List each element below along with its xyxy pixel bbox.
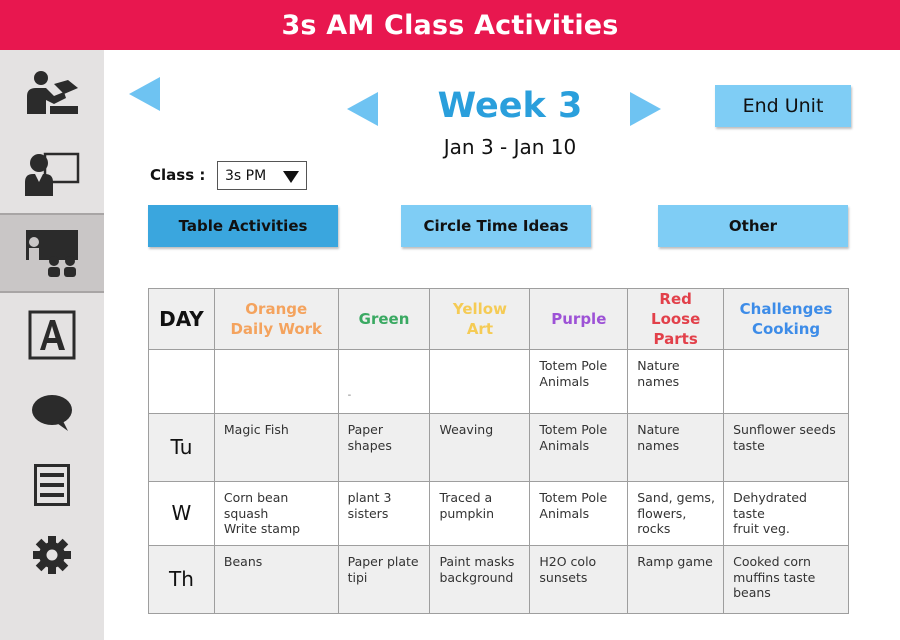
activity-cell[interactable] — [723, 349, 849, 414]
activity-cell[interactable]: Totem Pole Animals — [529, 413, 629, 482]
activity-cell[interactable]: Nature names — [627, 349, 725, 414]
column-header-purple: Purple — [529, 288, 629, 350]
teacher-board-icon — [25, 152, 80, 196]
day-cell — [148, 349, 215, 414]
activity-cell[interactable]: Traced a pumpkin — [429, 481, 531, 546]
column-header-challenges: Challenges Cooking — [723, 288, 849, 350]
tab-circle-time-ideas[interactable]: Circle Time Ideas — [401, 205, 591, 247]
day-cell: Tu — [148, 413, 215, 482]
dropdown-caret-icon — [283, 171, 299, 183]
activity-cell[interactable]: Paper shapes — [337, 413, 431, 482]
table-row: W Corn bean squash Write stamp plant 3 s… — [148, 481, 849, 546]
class-filter-label: Class : — [150, 166, 206, 184]
chat-bubble-icon — [32, 395, 72, 431]
activity-cell[interactable]: H2O colo sunsets — [529, 545, 629, 614]
activity-cell[interactable]: Paper plate tipi — [337, 545, 431, 614]
column-header-orange: Orange Daily Work — [213, 288, 339, 350]
class-select-value: 3s PM — [225, 167, 267, 184]
sidebar — [0, 50, 104, 640]
next-week-arrow-icon[interactable] — [630, 92, 661, 126]
activity-cell[interactable]: Cooked corn muffins taste beans — [723, 545, 849, 614]
sidebar-item-list[interactable] — [0, 445, 104, 525]
tab-table-activities[interactable]: Table Activities — [148, 205, 338, 247]
column-header-red: Red Loose Parts — [627, 288, 725, 350]
day-cell: Th — [148, 545, 215, 614]
activity-cell[interactable]: plant 3 sisters — [337, 481, 431, 546]
letter-a-icon — [28, 310, 76, 360]
activity-cell[interactable]: Magic Fish — [213, 413, 339, 482]
column-header-green: Green — [337, 288, 431, 350]
activity-cell[interactable]: Totem Pole Animals — [529, 481, 629, 546]
activity-cell-text: - — [347, 390, 352, 401]
activity-cell[interactable]: Sunflower seeds taste — [723, 413, 849, 482]
table-row: - Totem Pole Animals Nature names — [148, 349, 849, 414]
activity-cell[interactable]: Weaving — [429, 413, 531, 482]
activity-cell[interactable]: Nature names — [627, 413, 725, 482]
sidebar-item-classroom[interactable] — [0, 213, 104, 293]
previous-week-arrow-icon[interactable] — [347, 92, 378, 126]
gear-icon — [33, 536, 71, 574]
activities-table: DAY Orange Daily Work Green Yellow Art Pur… — [148, 288, 849, 614]
activity-cell[interactable]: Beans — [213, 545, 339, 614]
table-header-row: DAY Orange Daily Work Green Yellow Art Pur… — [148, 288, 849, 350]
classroom-icon — [26, 230, 78, 277]
activity-cell[interactable] — [213, 349, 339, 414]
page-title: 3s AM Class Activities — [281, 9, 619, 41]
column-header-yellow: Yellow Art — [429, 288, 531, 350]
activity-cell[interactable] — [429, 349, 531, 414]
class-select[interactable]: 3s PM — [217, 161, 307, 190]
day-cell: W — [148, 481, 215, 546]
sidebar-item-teacher-board[interactable] — [0, 133, 104, 213]
sidebar-item-chat[interactable] — [0, 373, 104, 453]
activity-cell[interactable]: Dehydrated taste fruit veg. — [723, 481, 849, 546]
activity-cell[interactable]: Paint masks background — [429, 545, 531, 614]
list-icon — [34, 464, 70, 506]
sidebar-item-teacher-reading[interactable] — [0, 53, 104, 133]
app-header: 3s AM Class Activities — [0, 0, 900, 50]
activity-cell[interactable]: Sand, gems, flowers, rocks — [627, 481, 725, 546]
week-title: Week 3 — [437, 86, 583, 126]
activity-cell[interactable]: - — [337, 349, 431, 414]
activity-cell[interactable]: Corn bean squash Write stamp — [213, 481, 339, 546]
week-date-range: Jan 3 - Jan 10 — [443, 135, 577, 159]
tab-other[interactable]: Other — [658, 205, 848, 247]
back-arrow-icon[interactable] — [129, 77, 160, 111]
activity-cell[interactable]: Totem Pole Animals — [529, 349, 629, 414]
end-unit-button[interactable]: End Unit — [715, 85, 851, 127]
sidebar-item-letter-a[interactable] — [0, 295, 104, 375]
teacher-reading-icon — [27, 71, 78, 114]
sidebar-item-settings[interactable] — [0, 515, 104, 595]
column-header-day: DAY — [148, 288, 215, 350]
activity-cell[interactable]: Ramp game — [627, 545, 725, 614]
table-row: Th Beans Paper plate tipi Paint masks ba… — [148, 545, 849, 614]
table-row: Tu Magic Fish Paper shapes Weaving Totem… — [148, 413, 849, 482]
